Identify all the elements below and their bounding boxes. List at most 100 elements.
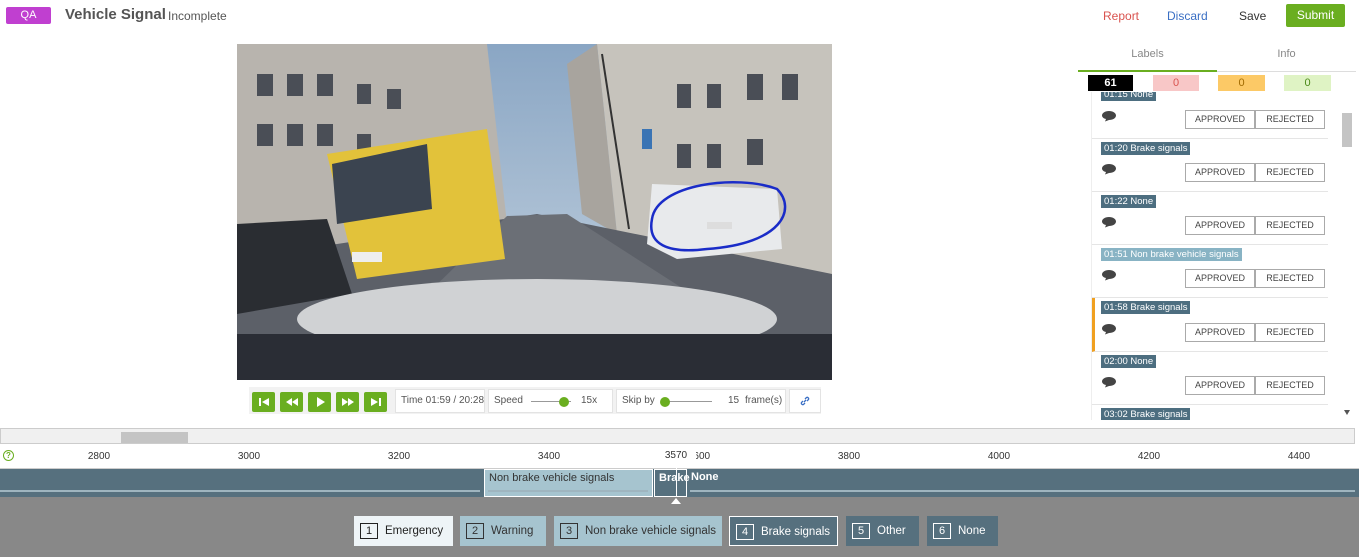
timeline: ? 2800 3000 3200 3400 3600 3800 4000 420… (0, 428, 1359, 557)
label-item-active[interactable]: 01:58 Brake signals APPROVED REJECTED (1092, 298, 1328, 352)
discard-button[interactable]: Discard (1167, 9, 1208, 23)
hotkey: 3 (560, 523, 578, 539)
scroll-down-icon[interactable] (1344, 410, 1350, 415)
label-tag: 01:15 None (1101, 92, 1157, 101)
submit-button[interactable]: Submit (1286, 4, 1345, 27)
report-button[interactable]: Report (1103, 9, 1139, 23)
rejected-button[interactable]: REJECTED (1255, 376, 1325, 395)
dashcam-street-scene (237, 44, 832, 380)
category-label: Warning (491, 525, 534, 537)
label-tag: 01:51 Non brake vehicle signals (1101, 248, 1242, 261)
category-other-button[interactable]: 5 Other (846, 516, 919, 546)
label-item[interactable]: 01:51 Non brake vehicle signals APPROVED… (1092, 245, 1328, 298)
segment-non-brake[interactable]: Non brake vehicle signals (484, 469, 653, 497)
speed-control: Speed 15x (488, 389, 613, 413)
timeline-track[interactable]: Non brake vehicle signals Brake None (0, 456, 1359, 497)
category-label: Brake signals (761, 526, 831, 538)
hotkey: 5 (852, 523, 870, 539)
category-label: Non brake vehicle signals (585, 525, 717, 537)
label-tag: 01:20 Brake signals (1101, 142, 1191, 155)
tick-label: 3800 (837, 451, 861, 462)
top-bar: QA Vehicle Signal Incomplete Report Disc… (0, 0, 1359, 32)
speed-slider-handle[interactable] (559, 397, 569, 407)
skip-to-end-button[interactable] (364, 392, 387, 412)
help-icon[interactable]: ? (3, 450, 14, 461)
save-button[interactable]: Save (1239, 9, 1266, 23)
segment-underline (488, 490, 648, 492)
category-label: Other (877, 525, 906, 537)
qa-mode-badge: QA (6, 7, 51, 24)
category-warning-button[interactable]: 2 Warning (460, 516, 546, 546)
approved-button[interactable]: APPROVED (1185, 269, 1255, 288)
rewind-button[interactable] (280, 392, 303, 412)
comment-icon[interactable] (1101, 323, 1117, 335)
label-tag: 03:02 Brake signals (1101, 408, 1191, 420)
timeline-ruler[interactable]: ? 2800 3000 3200 3400 3600 3800 4000 420… (0, 445, 1359, 469)
category-label: None (958, 525, 986, 537)
hotkey: 2 (466, 523, 484, 539)
speed-label: Speed (494, 395, 523, 406)
total-count-badge: 61 (1088, 75, 1133, 91)
label-item[interactable]: 02:00 None APPROVED REJECTED (1092, 352, 1328, 405)
approved-button[interactable]: APPROVED (1185, 376, 1255, 395)
timeline-scrollbar[interactable] (0, 428, 1355, 444)
label-item[interactable]: 03:02 Brake signals (1092, 405, 1328, 420)
rejected-button[interactable]: REJECTED (1255, 110, 1325, 129)
category-non-brake-button[interactable]: 3 Non brake vehicle signals (554, 516, 722, 546)
tick-label: 3000 (237, 451, 261, 462)
comment-icon[interactable] (1101, 110, 1117, 122)
rewind-icon (285, 398, 298, 406)
skip-slider-handle[interactable] (660, 397, 670, 407)
comment-icon[interactable] (1101, 376, 1117, 388)
playhead-marker-icon[interactable] (671, 498, 681, 504)
play-button[interactable] (308, 392, 331, 412)
tick-label: 2800 (87, 451, 111, 462)
skip-to-start-button[interactable] (252, 392, 275, 412)
label-tag: 01:22 None (1101, 195, 1157, 208)
comment-icon[interactable] (1101, 269, 1117, 281)
rejected-button[interactable]: REJECTED (1255, 163, 1325, 182)
labels-scrollbar[interactable] (1339, 43, 1355, 420)
skip-end-icon (370, 398, 381, 406)
segment-brake[interactable]: Brake (654, 469, 690, 497)
link-button[interactable] (789, 389, 821, 413)
approved-button[interactable]: APPROVED (1185, 323, 1255, 342)
segment-underline (0, 490, 480, 492)
approved-button[interactable]: APPROVED (1185, 110, 1255, 129)
tick-label: 3400 (537, 451, 561, 462)
fast-forward-button[interactable] (336, 392, 359, 412)
rejected-button[interactable]: REJECTED (1255, 269, 1325, 288)
video-frame[interactable] (237, 44, 832, 380)
category-emergency-button[interactable]: 1 Emergency (354, 516, 453, 546)
category-label: Emergency (385, 525, 444, 537)
approved-button[interactable]: APPROVED (1185, 163, 1255, 182)
label-tag: 02:00 None (1101, 355, 1157, 368)
tab-labels[interactable]: Labels (1078, 38, 1217, 72)
label-item[interactable]: 01:20 Brake signals APPROVED REJECTED (1092, 139, 1328, 192)
tick-label: 4200 (1137, 451, 1161, 462)
fast-forward-icon (341, 398, 354, 406)
category-brake-signals-button[interactable]: 4 Brake signals (729, 516, 838, 546)
tab-info[interactable]: Info (1217, 38, 1356, 72)
segment-none[interactable]: None (687, 469, 767, 497)
approved-count-badge: 0 (1284, 75, 1331, 91)
timeline-scroll-thumb[interactable] (121, 432, 188, 443)
scroll-thumb[interactable] (1342, 113, 1352, 147)
tick-label: 3200 (387, 451, 411, 462)
speed-value: 15x (581, 395, 598, 406)
rejected-button[interactable]: REJECTED (1255, 323, 1325, 342)
playhead-line[interactable] (676, 456, 677, 497)
page-title: Vehicle Signal (65, 6, 166, 23)
approved-button[interactable]: APPROVED (1185, 216, 1255, 235)
label-tag: 01:58 Brake signals (1101, 301, 1191, 314)
rejected-button[interactable]: REJECTED (1255, 216, 1325, 235)
label-item[interactable]: 01:22 None APPROVED REJECTED (1092, 192, 1328, 245)
link-icon (800, 396, 810, 406)
comment-icon[interactable] (1101, 216, 1117, 228)
label-item[interactable]: 01:15 None APPROVED REJECTED (1092, 92, 1328, 139)
segment-underline (690, 490, 1355, 492)
category-none-button[interactable]: 6 None (927, 516, 998, 546)
status-text: Incomplete (168, 9, 227, 23)
hotkey: 4 (736, 524, 754, 540)
comment-icon[interactable] (1101, 163, 1117, 175)
